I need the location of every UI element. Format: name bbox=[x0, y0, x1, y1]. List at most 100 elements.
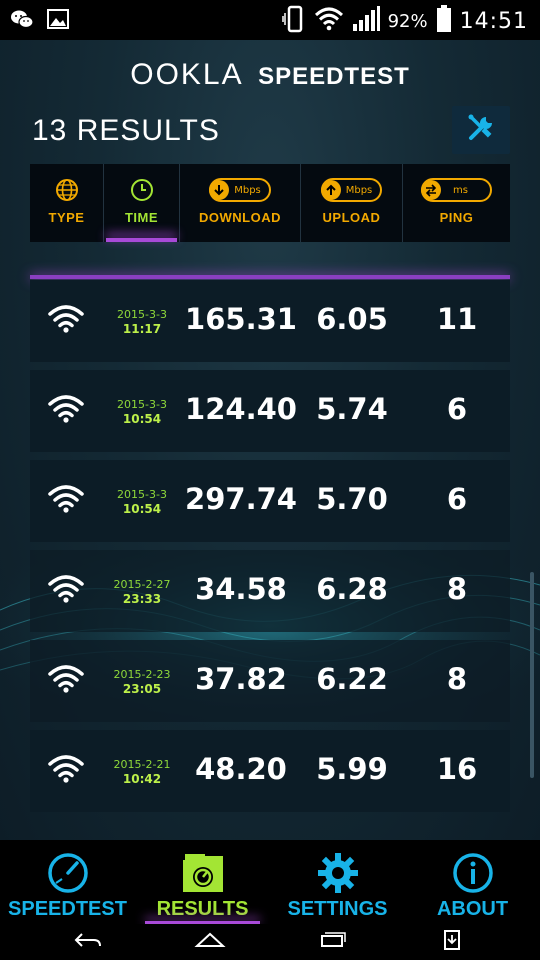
result-date: 2015-3-3 bbox=[117, 488, 167, 501]
result-download: 34.58 bbox=[195, 572, 287, 606]
screenshot-button[interactable] bbox=[432, 930, 472, 954]
column-time[interactable]: TIME bbox=[104, 164, 180, 242]
upload-arrow-icon bbox=[320, 180, 341, 200]
status-bar: 92% 14:51 bbox=[0, 0, 540, 40]
nav-settings[interactable]: SETTINGS bbox=[270, 840, 405, 924]
list-scrollbar[interactable] bbox=[530, 572, 534, 778]
results-folder-icon bbox=[181, 852, 225, 894]
result-time: 23:05 bbox=[122, 682, 162, 696]
result-datetime: 2015-3-3 10:54 bbox=[108, 488, 176, 516]
result-date: 2015-2-27 bbox=[113, 578, 171, 591]
recents-button[interactable] bbox=[312, 930, 352, 954]
result-row[interactable]: 2015-3-3 10:54 124.40 5.74 6 bbox=[30, 370, 510, 452]
download-arrow-icon bbox=[209, 180, 230, 200]
tools-icon bbox=[466, 113, 496, 147]
nav-settings-label: SETTINGS bbox=[287, 898, 388, 920]
result-download: 48.20 bbox=[195, 752, 287, 786]
result-upload: 6.28 bbox=[316, 572, 388, 606]
column-type[interactable]: TYPE bbox=[30, 164, 104, 242]
column-upload-label: UPLOAD bbox=[322, 210, 381, 225]
nav-results[interactable]: RESULTS bbox=[135, 840, 270, 924]
download-unit: Mbps bbox=[234, 184, 261, 196]
wifi-icon bbox=[314, 7, 344, 35]
results-list: 2015-3-3 11:17 165.31 6.05 11 2015-3-3 1… bbox=[30, 280, 510, 820]
results-count-title: 13 RESULTS bbox=[32, 114, 220, 147]
result-date: 2015-2-23 bbox=[113, 668, 171, 681]
result-row[interactable]: 2015-3-3 10:54 297.74 5.70 6 bbox=[30, 460, 510, 542]
result-ping: 6 bbox=[446, 392, 468, 426]
column-ping-label: PING bbox=[439, 210, 474, 225]
result-time: 10:54 bbox=[122, 412, 162, 426]
signal-icon bbox=[352, 6, 380, 36]
home-icon bbox=[194, 930, 226, 954]
screenshot-icon bbox=[442, 929, 462, 955]
result-upload: 5.74 bbox=[316, 392, 388, 426]
upload-unit: Mbps bbox=[345, 184, 373, 196]
nav-speedtest[interactable]: SPEEDTEST bbox=[0, 840, 135, 924]
nav-about[interactable]: ABOUT bbox=[405, 840, 540, 924]
battery-percentage: 92% bbox=[387, 10, 428, 32]
result-download: 37.82 bbox=[195, 662, 287, 696]
result-ping: 8 bbox=[446, 662, 468, 696]
column-type-label: TYPE bbox=[48, 210, 85, 225]
download-header-icon: Mbps bbox=[209, 178, 271, 202]
tools-button[interactable] bbox=[452, 106, 510, 154]
result-upload: 5.70 bbox=[316, 482, 388, 516]
bottom-navigation: SPEEDTEST RESULTS SETTINGS ABOUT bbox=[0, 840, 540, 924]
result-datetime: 2015-2-23 23:05 bbox=[108, 668, 176, 696]
back-button[interactable] bbox=[68, 930, 108, 954]
column-download-label: DOWNLOAD bbox=[199, 210, 281, 225]
clock-icon bbox=[130, 178, 154, 202]
result-upload: 5.99 bbox=[316, 752, 388, 786]
result-date: 2015-3-3 bbox=[117, 398, 167, 411]
column-download[interactable]: Mbps DOWNLOAD bbox=[180, 164, 301, 242]
result-download: 124.40 bbox=[185, 392, 297, 426]
back-icon bbox=[72, 930, 104, 954]
system-navigation-bar bbox=[0, 924, 540, 960]
result-datetime: 2015-2-21 10:42 bbox=[108, 758, 176, 786]
status-right-icons: 92% 14:51 bbox=[281, 5, 528, 37]
result-date: 2015-2-21 bbox=[113, 758, 171, 771]
speedometer-icon bbox=[46, 852, 90, 894]
result-time: 23:33 bbox=[122, 592, 162, 606]
result-row[interactable]: 2015-2-23 23:05 37.82 6.22 8 bbox=[30, 640, 510, 722]
result-row[interactable]: 2015-2-21 10:42 48.20 5.99 16 bbox=[30, 730, 510, 812]
result-row[interactable]: 2015-3-3 11:17 165.31 6.05 11 bbox=[30, 280, 510, 362]
clock-time: 14:51 bbox=[459, 8, 528, 34]
upload-unit-pill: Mbps bbox=[320, 178, 383, 202]
list-top-divider bbox=[30, 275, 510, 279]
ping-arrows-icon bbox=[421, 180, 442, 200]
result-date: 2015-3-3 bbox=[117, 308, 167, 321]
result-ping: 11 bbox=[436, 302, 478, 336]
result-datetime: 2015-3-3 11:17 bbox=[108, 308, 176, 336]
wifi-icon bbox=[48, 754, 84, 788]
vibrate-icon bbox=[281, 5, 306, 37]
result-row[interactable]: 2015-2-27 23:33 34.58 6.28 8 bbox=[30, 550, 510, 632]
home-button[interactable] bbox=[190, 930, 230, 954]
nav-results-label: RESULTS bbox=[156, 898, 249, 920]
battery-icon bbox=[436, 5, 452, 37]
result-upload: 6.05 bbox=[316, 302, 388, 336]
upload-header-icon: Mbps bbox=[320, 178, 383, 202]
wifi-icon bbox=[48, 574, 84, 608]
info-icon bbox=[451, 852, 495, 894]
nav-about-label: ABOUT bbox=[436, 898, 509, 920]
column-ping[interactable]: ms PING bbox=[403, 164, 510, 242]
ping-unit: ms bbox=[453, 184, 468, 196]
result-datetime: 2015-2-27 23:33 bbox=[108, 578, 176, 606]
result-time: 10:54 bbox=[122, 502, 162, 516]
wifi-icon bbox=[48, 484, 84, 518]
result-datetime: 2015-3-3 10:54 bbox=[108, 398, 176, 426]
recents-icon bbox=[316, 930, 348, 954]
result-upload: 6.22 bbox=[316, 662, 388, 696]
wifi-icon bbox=[48, 664, 84, 698]
app-content: OOKLA SPEEDTEST 13 RESULTS TYPE TIME Mbp… bbox=[0, 40, 540, 840]
wechat-icon bbox=[10, 8, 34, 30]
result-time: 11:17 bbox=[122, 322, 162, 336]
gear-icon bbox=[316, 852, 360, 894]
result-ping: 16 bbox=[436, 752, 478, 786]
brand-speedtest: SPEEDTEST bbox=[258, 63, 410, 90]
download-unit-pill: Mbps bbox=[209, 178, 271, 202]
column-upload[interactable]: Mbps UPLOAD bbox=[301, 164, 403, 242]
result-ping: 6 bbox=[446, 482, 468, 516]
